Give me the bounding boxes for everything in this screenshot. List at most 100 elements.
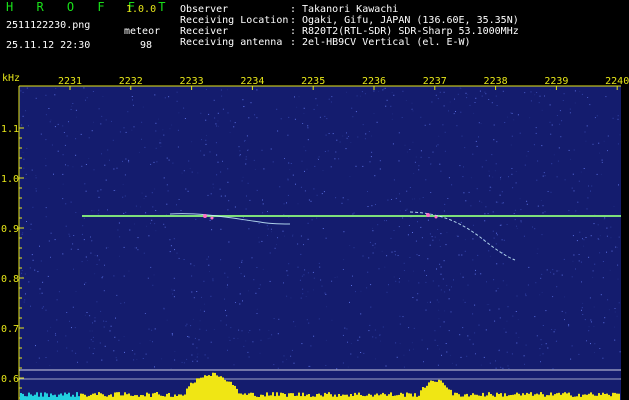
spectrum-bar: [612, 392, 614, 400]
spectrum-bar: [432, 380, 434, 400]
spectrum-bar: [578, 393, 580, 400]
spectrum-bar: [312, 396, 314, 400]
spectrum-bar: [534, 394, 536, 400]
info-row-location: Receiving Location: Ogaki, Gifu, JAPAN (1…: [180, 15, 519, 26]
spectrum-bar: [192, 383, 194, 400]
spectrum-bar: [24, 396, 26, 400]
spectrum-bar: [42, 396, 44, 400]
spectrum-bar: [68, 392, 70, 400]
spectrum-bar: [520, 395, 522, 400]
spectrum-bar: [230, 381, 232, 400]
spectrum-bar: [284, 394, 286, 400]
spectrum-bar: [242, 394, 244, 400]
spectrum-bar: [28, 392, 30, 400]
spectrum-bar: [116, 392, 118, 400]
time-tick-label: 2240: [605, 76, 629, 87]
spectrum-bar: [548, 395, 550, 400]
spectrum-bar: [532, 395, 534, 400]
spectrum-bar: [30, 394, 32, 400]
spectrum-bar: [344, 394, 346, 400]
time-tick-label: 2239: [544, 76, 568, 87]
spectrum-bar: [100, 393, 102, 400]
spectrum-bar: [326, 393, 328, 400]
spectrum-bar: [568, 392, 570, 400]
spectrum-bar: [136, 395, 138, 400]
spectrum-bar: [156, 392, 158, 400]
spectrum-bar: [526, 392, 528, 400]
spectrum-bar: [468, 396, 470, 400]
spectrum-bar: [512, 394, 514, 400]
spectrum-bar: [204, 375, 206, 400]
spectrum-bar: [234, 385, 236, 400]
spectrum-bar: [504, 393, 506, 400]
spectrum-bar: [96, 395, 98, 400]
station-info: Observer: Takanori Kawachi Receiving Loca…: [180, 4, 519, 48]
spectrum-bar: [164, 396, 166, 400]
spectrum-bar: [292, 393, 294, 400]
spectrum-bar: [518, 393, 520, 400]
spectrum-bar: [158, 394, 160, 400]
spectrum-bar: [618, 393, 620, 400]
spectrum-bar: [306, 394, 308, 400]
spectrum-bar: [178, 394, 180, 400]
spectrum-bar: [260, 394, 262, 400]
spectrum-bar: [124, 392, 126, 400]
spectrum-bar: [236, 388, 238, 400]
spectrum-bar: [206, 375, 208, 400]
spectrum-bar: [420, 390, 422, 400]
spectrum-bar: [384, 394, 386, 400]
spectrum-bar: [270, 395, 272, 400]
spectrum-bar: [220, 376, 222, 400]
spectrum-bar: [350, 394, 352, 400]
spectrum-bar: [354, 392, 356, 400]
time-tick-label: 2234: [240, 76, 264, 87]
spectrum-bar: [66, 394, 68, 400]
spectrum-bar: [510, 395, 512, 400]
spectrum-bar: [444, 385, 446, 400]
spectrum-bar: [122, 395, 124, 400]
spectrum-bar: [52, 395, 54, 400]
spectrum-bar: [448, 389, 450, 400]
spectrum-bar: [218, 376, 220, 400]
spectrum-bar: [98, 392, 100, 400]
spectrum-bar: [464, 394, 466, 400]
spectrum-bar: [308, 394, 310, 400]
frequency-tick-label: 0.6: [1, 374, 19, 385]
spectrum-bar: [488, 392, 490, 400]
spectrum-bar: [576, 396, 578, 400]
spectrum-bar: [378, 395, 380, 400]
spectrum-bar: [358, 392, 360, 400]
spectrum-bar: [422, 387, 424, 400]
spectrum-bar: [110, 394, 112, 400]
spectrum-bar: [536, 393, 538, 400]
spectrum-bar: [390, 392, 392, 400]
spectrum-bar: [426, 385, 428, 400]
spectrum-bar: [302, 392, 304, 400]
spectrum-bar: [402, 393, 404, 400]
spectrum-bar: [590, 392, 592, 400]
spectrum-bar: [478, 395, 480, 400]
spectrum-bar: [430, 380, 432, 400]
spectrum-bar: [440, 380, 442, 400]
spectrum-bar: [40, 392, 42, 400]
spectrum-bar: [372, 396, 374, 400]
spectrum-bar: [162, 396, 164, 400]
spectrum-bar: [456, 392, 458, 400]
spectrum-bar: [20, 393, 22, 400]
spectrum-bar: [360, 395, 362, 400]
time-tick-label: 2235: [301, 76, 325, 87]
spectrum-bar: [606, 393, 608, 400]
spectrum-bar: [328, 392, 330, 400]
spectrum-bar: [502, 396, 504, 400]
spectrum-bar: [442, 382, 444, 400]
spectrum-bar: [366, 395, 368, 400]
spectrum-bar: [454, 392, 456, 400]
spectrum-bar: [120, 395, 122, 400]
meteor-count: 98: [140, 40, 153, 51]
spectrum-bar: [318, 393, 320, 400]
spectrum-bar: [616, 393, 618, 400]
spectrum-bar: [610, 396, 612, 400]
spectrum-bar: [584, 394, 586, 400]
spectrum-bar: [386, 395, 388, 400]
spectrum-bar: [550, 392, 552, 400]
